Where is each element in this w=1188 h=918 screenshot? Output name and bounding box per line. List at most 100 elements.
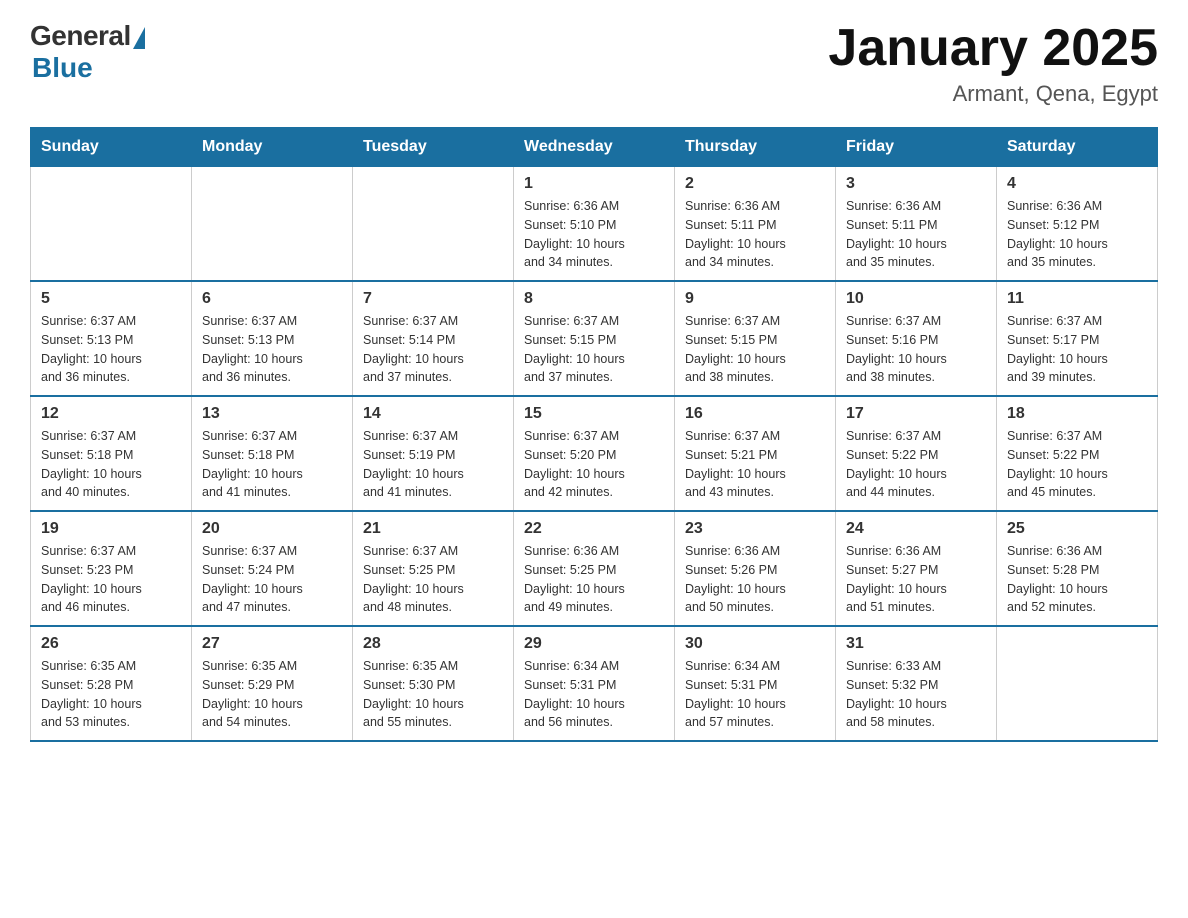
day-number: 17 [846, 405, 986, 423]
day-number: 7 [363, 290, 503, 308]
day-number: 26 [41, 635, 181, 653]
day-info: Sunrise: 6:36 AMSunset: 5:27 PMDaylight:… [846, 542, 986, 617]
calendar-cell: 22 Sunrise: 6:36 AMSunset: 5:25 PMDayligh… [514, 511, 675, 626]
calendar-cell: 23 Sunrise: 6:36 AMSunset: 5:26 PMDayligh… [675, 511, 836, 626]
day-number: 24 [846, 520, 986, 538]
day-number: 15 [524, 405, 664, 423]
calendar-cell [997, 626, 1158, 741]
calendar-cell: 19Sunrise: 6:37 AMSunset: 5:23 PMDayligh… [31, 511, 192, 626]
calendar-cell [192, 167, 353, 282]
day-info: Sunrise: 6:36 AMSunset: 5:25 PMDaylight:… [524, 542, 664, 617]
calendar-cell: 16 Sunrise: 6:37 AMSunset: 5:21 PMDayligh… [675, 396, 836, 511]
calendar-cell: 13 Sunrise: 6:37 AMSunset: 5:18 PMDayligh… [192, 396, 353, 511]
calendar-header-row: SundayMondayTuesdayWednesdayThursdayFrid… [31, 128, 1158, 167]
day-info: Sunrise: 6:37 AMSunset: 5:22 PMDaylight:… [846, 427, 986, 502]
day-info: Sunrise: 6:37 AMSunset: 5:15 PMDaylight:… [685, 312, 825, 387]
calendar-cell: 31 Sunrise: 6:33 AMSunset: 5:32 PMDayligh… [836, 626, 997, 741]
calendar-header-thursday: Thursday [675, 128, 836, 167]
day-info: Sunrise: 6:37 AMSunset: 5:21 PMDaylight:… [685, 427, 825, 502]
calendar-cell: 6 Sunrise: 6:37 AMSunset: 5:13 PMDaylight… [192, 281, 353, 396]
calendar-cell: 29 Sunrise: 6:34 AMSunset: 5:31 PMDayligh… [514, 626, 675, 741]
day-info: Sunrise: 6:36 AMSunset: 5:26 PMDaylight:… [685, 542, 825, 617]
calendar-week-row: 1 Sunrise: 6:36 AMSunset: 5:10 PMDaylight… [31, 167, 1158, 282]
day-info: Sunrise: 6:37 AMSunset: 5:24 PMDaylight:… [202, 542, 342, 617]
day-info: Sunrise: 6:36 AMSunset: 5:10 PMDaylight:… [524, 197, 664, 272]
calendar-table: SundayMondayTuesdayWednesdayThursdayFrid… [30, 127, 1158, 742]
day-info: Sunrise: 6:37 AMSunset: 5:25 PMDaylight:… [363, 542, 503, 617]
calendar-cell: 20 Sunrise: 6:37 AMSunset: 5:24 PMDayligh… [192, 511, 353, 626]
calendar-header-friday: Friday [836, 128, 997, 167]
day-number: 13 [202, 405, 342, 423]
day-info: Sunrise: 6:37 AMSunset: 5:18 PMDaylight:… [41, 427, 181, 502]
logo-general-text: General [30, 20, 131, 52]
day-info: Sunrise: 6:37 AMSunset: 5:13 PMDaylight:… [41, 312, 181, 387]
day-number: 4 [1007, 175, 1147, 193]
day-info: Sunrise: 6:35 AMSunset: 5:29 PMDaylight:… [202, 657, 342, 732]
day-number: 8 [524, 290, 664, 308]
day-number: 22 [524, 520, 664, 538]
day-info: Sunrise: 6:37 AMSunset: 5:16 PMDaylight:… [846, 312, 986, 387]
title-section: January 2025 Armant, Qena, Egypt [828, 20, 1158, 107]
day-number: 3 [846, 175, 986, 193]
calendar-header-sunday: Sunday [31, 128, 192, 167]
calendar-cell [31, 167, 192, 282]
day-info: Sunrise: 6:37 AMSunset: 5:18 PMDaylight:… [202, 427, 342, 502]
calendar-cell: 21 Sunrise: 6:37 AMSunset: 5:25 PMDayligh… [353, 511, 514, 626]
page-header: General Blue January 2025 Armant, Qena, … [30, 20, 1158, 107]
calendar-cell: 7 Sunrise: 6:37 AMSunset: 5:14 PMDaylight… [353, 281, 514, 396]
calendar-week-row: 19Sunrise: 6:37 AMSunset: 5:23 PMDayligh… [31, 511, 1158, 626]
day-info: Sunrise: 6:37 AMSunset: 5:13 PMDaylight:… [202, 312, 342, 387]
day-info: Sunrise: 6:33 AMSunset: 5:32 PMDaylight:… [846, 657, 986, 732]
day-number: 31 [846, 635, 986, 653]
day-number: 14 [363, 405, 503, 423]
calendar-week-row: 5 Sunrise: 6:37 AMSunset: 5:13 PMDaylight… [31, 281, 1158, 396]
day-number: 30 [685, 635, 825, 653]
day-number: 23 [685, 520, 825, 538]
day-number: 6 [202, 290, 342, 308]
calendar-cell: 25 Sunrise: 6:36 AMSunset: 5:28 PMDayligh… [997, 511, 1158, 626]
day-number: 20 [202, 520, 342, 538]
calendar-cell: 10 Sunrise: 6:37 AMSunset: 5:16 PMDayligh… [836, 281, 997, 396]
calendar-cell: 17 Sunrise: 6:37 AMSunset: 5:22 PMDayligh… [836, 396, 997, 511]
day-info: Sunrise: 6:37 AMSunset: 5:14 PMDaylight:… [363, 312, 503, 387]
calendar-cell: 4 Sunrise: 6:36 AMSunset: 5:12 PMDaylight… [997, 167, 1158, 282]
day-number: 1 [524, 175, 664, 193]
calendar-cell: 24 Sunrise: 6:36 AMSunset: 5:27 PMDayligh… [836, 511, 997, 626]
calendar-cell: 1 Sunrise: 6:36 AMSunset: 5:10 PMDaylight… [514, 167, 675, 282]
day-number: 10 [846, 290, 986, 308]
day-info: Sunrise: 6:36 AMSunset: 5:28 PMDaylight:… [1007, 542, 1147, 617]
day-info: Sunrise: 6:35 AMSunset: 5:30 PMDaylight:… [363, 657, 503, 732]
day-number: 29 [524, 635, 664, 653]
day-number: 12 [41, 405, 181, 423]
day-info: Sunrise: 6:34 AMSunset: 5:31 PMDaylight:… [524, 657, 664, 732]
day-info: Sunrise: 6:36 AMSunset: 5:12 PMDaylight:… [1007, 197, 1147, 272]
calendar-cell: 11Sunrise: 6:37 AMSunset: 5:17 PMDayligh… [997, 281, 1158, 396]
day-number: 2 [685, 175, 825, 193]
calendar-cell: 27Sunrise: 6:35 AMSunset: 5:29 PMDayligh… [192, 626, 353, 741]
calendar-week-row: 12 Sunrise: 6:37 AMSunset: 5:18 PMDayligh… [31, 396, 1158, 511]
calendar-cell: 3 Sunrise: 6:36 AMSunset: 5:11 PMDaylight… [836, 167, 997, 282]
day-number: 21 [363, 520, 503, 538]
logo-triangle-icon [133, 27, 145, 49]
calendar-cell: 30 Sunrise: 6:34 AMSunset: 5:31 PMDayligh… [675, 626, 836, 741]
calendar-cell: 26 Sunrise: 6:35 AMSunset: 5:28 PMDayligh… [31, 626, 192, 741]
day-info: Sunrise: 6:34 AMSunset: 5:31 PMDaylight:… [685, 657, 825, 732]
day-info: Sunrise: 6:37 AMSunset: 5:20 PMDaylight:… [524, 427, 664, 502]
day-number: 16 [685, 405, 825, 423]
day-info: Sunrise: 6:36 AMSunset: 5:11 PMDaylight:… [685, 197, 825, 272]
calendar-header-saturday: Saturday [997, 128, 1158, 167]
day-number: 5 [41, 290, 181, 308]
day-number: 11 [1007, 290, 1147, 308]
month-title: January 2025 [828, 20, 1158, 77]
calendar-cell: 28Sunrise: 6:35 AMSunset: 5:30 PMDayligh… [353, 626, 514, 741]
logo-blue-text: Blue [32, 52, 93, 84]
day-number: 25 [1007, 520, 1147, 538]
calendar-cell: 14Sunrise: 6:37 AMSunset: 5:19 PMDayligh… [353, 396, 514, 511]
calendar-cell: 2 Sunrise: 6:36 AMSunset: 5:11 PMDaylight… [675, 167, 836, 282]
day-info: Sunrise: 6:36 AMSunset: 5:11 PMDaylight:… [846, 197, 986, 272]
calendar-week-row: 26 Sunrise: 6:35 AMSunset: 5:28 PMDayligh… [31, 626, 1158, 741]
calendar-cell: 8Sunrise: 6:37 AMSunset: 5:15 PMDaylight… [514, 281, 675, 396]
day-number: 19 [41, 520, 181, 538]
day-info: Sunrise: 6:35 AMSunset: 5:28 PMDaylight:… [41, 657, 181, 732]
day-number: 18 [1007, 405, 1147, 423]
